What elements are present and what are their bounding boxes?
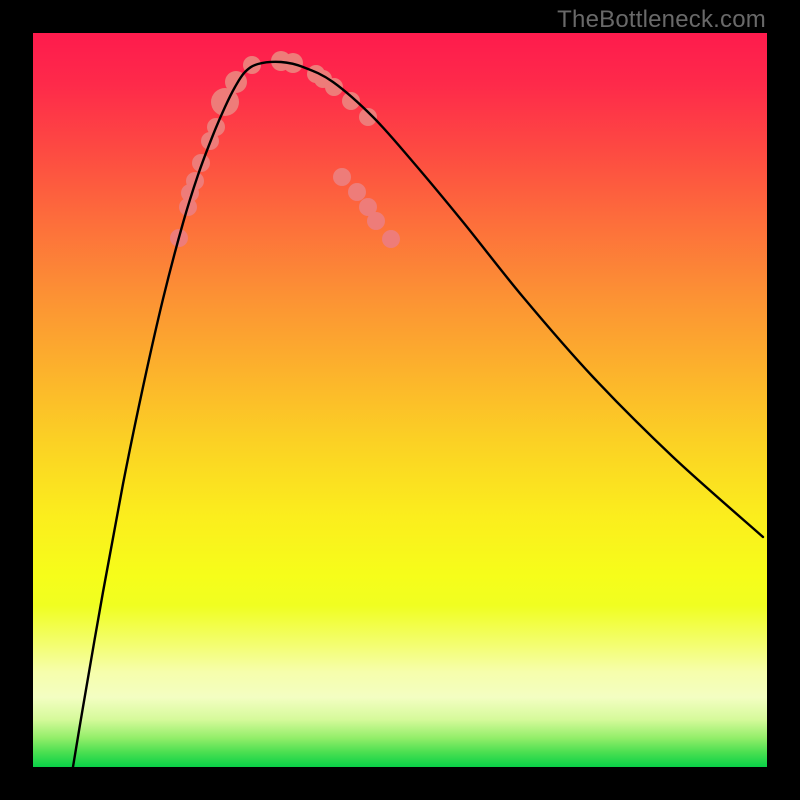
marker-dot <box>348 183 366 201</box>
curve-layer <box>33 33 767 767</box>
highlight-markers <box>170 51 400 248</box>
marker-dot <box>382 230 400 248</box>
bottleneck-curve <box>68 62 763 767</box>
marker-dot <box>359 198 377 216</box>
watermark-text: TheBottleneck.com <box>557 6 766 34</box>
marker-dot <box>333 168 351 186</box>
chart-stage: TheBottleneck.com <box>0 0 800 800</box>
plot-area <box>33 33 767 767</box>
